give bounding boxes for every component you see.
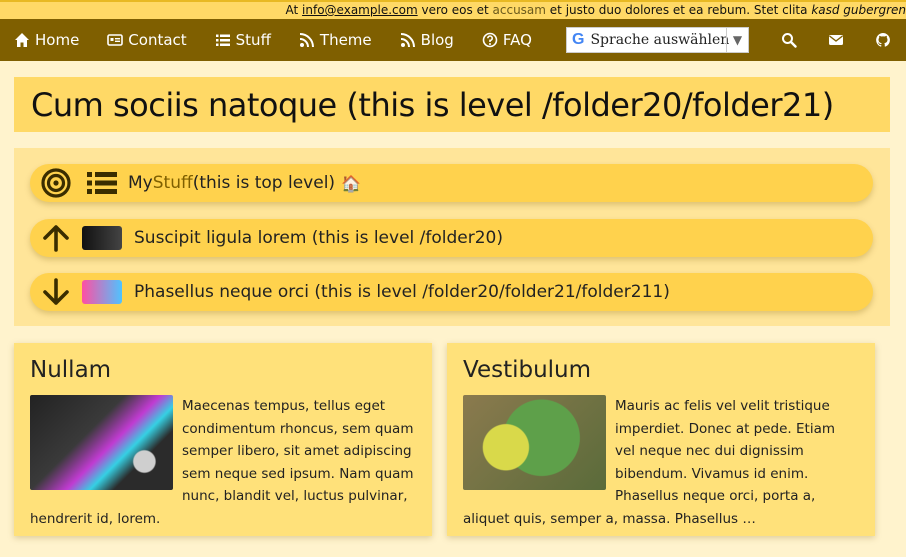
breadcrumb-child[interactable]: Phasellus neque orci (this is level /fol… [30, 273, 873, 311]
nav-blog-label: Blog [420, 31, 454, 49]
mail-button[interactable] [812, 32, 859, 48]
search-icon [781, 33, 797, 48]
list-icon [87, 172, 117, 194]
breadcrumb-child-text: Phasellus neque orci (this is level /fol… [134, 282, 670, 302]
question-icon [482, 32, 498, 48]
topbar-text-em: kasd gubergren [811, 3, 906, 17]
home-icon [15, 33, 29, 47]
home-icon: 🏠 [341, 173, 361, 193]
card-vestibulum[interactable]: Vestibulum Mauris ac felis vel velit tri… [447, 343, 875, 536]
language-select-label: Sprache auswählen [590, 32, 730, 48]
rss-icon [299, 33, 314, 48]
page-title-box: Cum sociis natoque (this is level /folde… [14, 77, 890, 132]
monitor-image [30, 395, 173, 490]
topbar-text-pre: At [285, 3, 299, 17]
dropdown-arrow-icon: ▼ [726, 28, 748, 52]
topbar-text-post: et justo duo dolores et ea rebum. Stet c… [549, 3, 808, 17]
nav-home[interactable]: Home [14, 31, 79, 49]
email-link[interactable]: info@example.com [302, 3, 418, 17]
main-nav: Home Contact Stuff Theme Blog FAQ G Spra… [0, 19, 906, 61]
breadcrumb-parent-text: Suscipit ligula lorem (this is level /fo… [134, 228, 504, 248]
nav-contact-label: Contact [128, 31, 187, 49]
page-title: Cum sociis natoque (this is level /folde… [31, 85, 834, 124]
nav-stuff[interactable]: Stuff [215, 31, 271, 49]
bullseye-icon [41, 168, 71, 198]
nav-faq[interactable]: FAQ [482, 31, 532, 49]
breadcrumb-panel: My Stuff (this is top level) 🏠 Suscipit … [14, 148, 890, 326]
list-icon [215, 34, 230, 46]
card-nullam[interactable]: Nullam Maecenas tempus, tellus eget cond… [14, 343, 432, 536]
topbar-text-muted: accusam [492, 3, 546, 17]
id-card-icon [107, 34, 124, 46]
github-button[interactable] [859, 32, 906, 48]
nav-theme[interactable]: Theme [299, 31, 372, 49]
nav-stuff-label: Stuff [235, 31, 271, 49]
arrow-up-icon [43, 225, 69, 252]
nav-home-label: Home [35, 31, 80, 49]
rss-icon [400, 33, 415, 48]
parrot-image [463, 395, 606, 490]
nav-contact[interactable]: Contact [107, 31, 187, 49]
github-icon [875, 33, 890, 47]
language-select[interactable]: G Sprache auswählen ▼ [566, 27, 749, 53]
envelope-icon [828, 35, 843, 45]
top-info-bar: At info@example.com vero eos et accusam … [0, 0, 906, 19]
breadcrumb-top-level[interactable]: My Stuff (this is top level) 🏠 [30, 164, 873, 202]
card-title: Nullam [30, 357, 112, 383]
nav-right-icons [765, 19, 906, 61]
search-button[interactable] [765, 32, 812, 48]
topbar-text-mid: vero eos et [421, 3, 489, 17]
signature-thumbnail [82, 226, 122, 250]
gohugo-thumbnail [82, 280, 122, 304]
breadcrumb-top-text-pre: My [128, 173, 153, 193]
nav-theme-label: Theme [319, 31, 372, 49]
nav-blog[interactable]: Blog [400, 31, 454, 49]
arrow-down-icon [43, 278, 69, 305]
breadcrumb-stuff-link[interactable]: Stuff [153, 173, 193, 193]
breadcrumb-top-text-post: (this is top level) [192, 173, 336, 193]
card-title: Vestibulum [463, 357, 592, 383]
google-logo-icon: G [572, 31, 585, 48]
breadcrumb-parent[interactable]: Suscipit ligula lorem (this is level /fo… [30, 219, 873, 257]
nav-faq-label: FAQ [502, 31, 532, 49]
